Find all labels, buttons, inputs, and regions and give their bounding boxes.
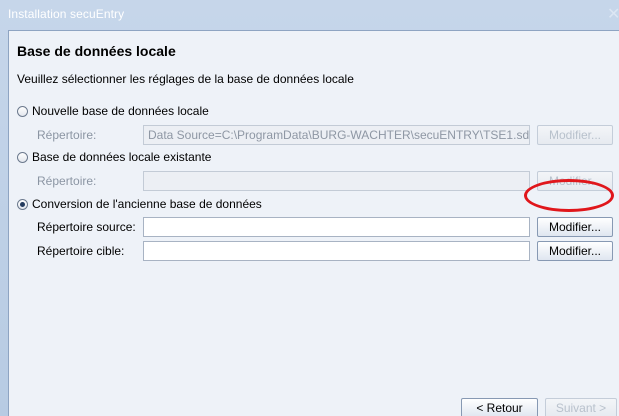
new-database-directory-field[interactable]: Data Source=C:\ProgramData\BURG-WACHTER\… bbox=[143, 125, 530, 145]
radio-button[interactable] bbox=[17, 105, 28, 117]
modify-new-database-button[interactable]: Modifier... bbox=[537, 125, 613, 145]
window-title: Installation secuEntry bbox=[8, 7, 125, 21]
close-icon[interactable]: ✕ bbox=[607, 8, 619, 22]
directory-label: Répertoire: bbox=[37, 174, 97, 188]
page-description: Veuillez sélectionner les réglages de la… bbox=[17, 72, 354, 86]
radio-new-database[interactable]: Nouvelle base de données locale bbox=[17, 103, 209, 119]
radio-existing-database[interactable]: Base de données locale existante bbox=[17, 149, 211, 165]
modify-source-button[interactable]: Modifier... bbox=[537, 217, 613, 237]
radio-label: Base de données locale existante bbox=[32, 150, 212, 164]
title-bar: Installation secuEntry ✕ bbox=[0, 0, 619, 30]
page-title: Base de données locale bbox=[17, 43, 176, 59]
radio-label: Nouvelle base de données locale bbox=[32, 104, 209, 118]
radio-label: Conversion de l'ancienne base de données bbox=[32, 197, 262, 211]
red-highlight-circle bbox=[524, 179, 614, 212]
installer-window: Installation secuEntry ✕ Base de données… bbox=[0, 0, 619, 416]
radio-convert-database[interactable]: Conversion de l'ancienne base de données bbox=[17, 196, 262, 212]
target-directory-field[interactable] bbox=[143, 241, 530, 261]
back-button[interactable]: < Retour bbox=[461, 398, 538, 416]
radio-button[interactable] bbox=[17, 151, 28, 163]
next-button[interactable]: Suivant > bbox=[545, 398, 617, 416]
modify-target-button[interactable]: Modifier... bbox=[537, 241, 613, 261]
target-directory-label: Répertoire cible: bbox=[37, 244, 125, 258]
radio-button-selected[interactable] bbox=[17, 198, 28, 210]
source-directory-field[interactable] bbox=[143, 217, 530, 237]
wizard-panel: Base de données locale Veuillez sélectio… bbox=[8, 30, 619, 416]
existing-database-directory-field[interactable] bbox=[143, 171, 530, 191]
source-directory-label: Répertoire source: bbox=[37, 220, 136, 234]
directory-label: Répertoire: bbox=[37, 128, 97, 142]
